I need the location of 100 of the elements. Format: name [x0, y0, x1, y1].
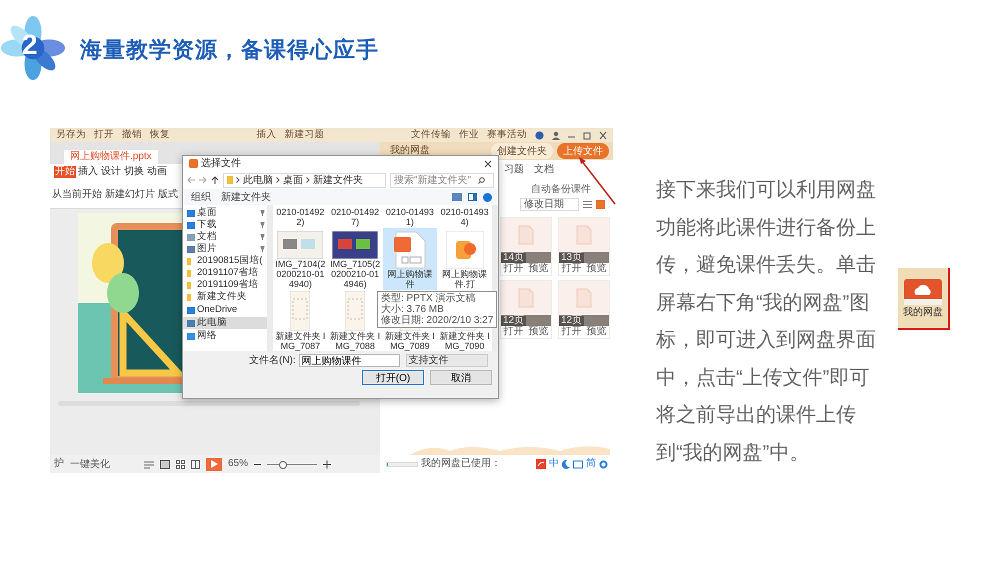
address-bar[interactable]: 此电脑 桌面 新建文件夹	[223, 172, 386, 188]
auto-backup-link[interactable]: 自动备份课件	[531, 184, 591, 195]
file-card[interactable]: 13页 打开 预览	[558, 217, 610, 276]
file-item[interactable]: 新建文件夹 IMG_7087	[273, 290, 328, 352]
toolbar-item[interactable]: 撤销	[122, 129, 142, 141]
zoom-slider-thumb[interactable]	[279, 460, 288, 468]
organize-menu[interactable]: 组织	[189, 190, 213, 204]
sort-dropdown[interactable]: 修改日期	[520, 198, 579, 211]
cancel-button[interactable]: 取消	[430, 370, 492, 385]
ime-script-toggle[interactable]: 简	[586, 458, 596, 470]
toolbar-item[interactable]: 赛事活动	[487, 129, 527, 141]
preview-pane-icon[interactable]	[468, 193, 477, 201]
path-segment[interactable]: 桌面	[283, 174, 303, 186]
file-card[interactable]: 12页 打开 预览	[558, 280, 610, 339]
netdisk-title[interactable]: 我的网盘	[384, 145, 487, 157]
toolbar-item[interactable]: 另存为	[56, 129, 86, 141]
ribbon-button[interactable]: 新建幻灯片	[105, 187, 155, 201]
navigation-item[interactable]: 网络	[183, 330, 267, 342]
card-action-button[interactable]: 预览	[528, 326, 548, 338]
up-icon[interactable]	[211, 176, 219, 184]
card-action-button[interactable]: 打开	[504, 326, 524, 338]
moon-icon[interactable]	[562, 460, 570, 468]
page-count-badge: 14页	[501, 252, 526, 262]
card-action-button[interactable]: 打开	[504, 263, 524, 275]
navigation-item[interactable]: 桌面	[183, 207, 267, 219]
list-view-icon[interactable]	[583, 200, 592, 209]
zoom-in-icon[interactable]	[323, 460, 332, 468]
toolbar-item[interactable]: 作业	[459, 129, 479, 141]
ribbon-button[interactable]: 从当前开始	[52, 187, 102, 201]
file-item[interactable]: IMG_7105(20200210-014946)	[328, 228, 382, 290]
pin-icon	[260, 246, 265, 252]
ribbon-tab[interactable]: 插入	[77, 166, 99, 178]
file-card[interactable]: 14页 打开 预览	[500, 217, 552, 276]
document-icon	[518, 288, 534, 308]
file-item[interactable]: 新建文件夹 IMG_7088	[328, 290, 382, 352]
flower-icon	[0, 15, 66, 81]
toolbar-item[interactable]: 新建习题	[284, 129, 324, 141]
close-icon[interactable]	[484, 160, 492, 168]
file-item[interactable]: IMG_7104(20200210-014940)	[273, 228, 328, 290]
new-folder-button[interactable]: 新建文件夹	[219, 190, 273, 204]
document-tab[interactable]: 网上购物课件.pptx	[64, 150, 158, 164]
file-name: 网上购物课件	[386, 269, 434, 289]
navigation-item[interactable]: 20191109省培	[183, 279, 267, 291]
play-button[interactable]	[206, 458, 222, 470]
path-segment[interactable]: 新建文件夹	[313, 174, 363, 186]
ribbon-button[interactable]: 版式	[158, 187, 178, 201]
normal-view-icon[interactable]	[160, 460, 170, 468]
netdisk-tab[interactable]: 文档	[534, 164, 554, 176]
navigation-item[interactable]: 20191107省培	[183, 267, 267, 279]
search-icon	[478, 176, 485, 184]
beautify-button[interactable]: 一键美化	[70, 457, 110, 471]
toolbar-item[interactable]: 打开	[94, 129, 114, 141]
file-item[interactable]: 网上购物课件.打	[437, 228, 492, 290]
ribbon-tab[interactable]: 开始	[54, 166, 76, 178]
path-segment[interactable]: 此电脑	[243, 174, 273, 186]
toolbar-item[interactable]: 文件传输	[411, 129, 451, 141]
card-action-button[interactable]: 预览	[586, 263, 606, 275]
input-method-logo-icon[interactable]	[536, 459, 546, 469]
chevron-icon	[236, 177, 240, 183]
navigation-item[interactable]: 文档	[183, 231, 267, 243]
close-icon[interactable]	[599, 130, 607, 140]
image-thumbnail	[332, 231, 378, 259]
ime-mode-toggle[interactable]: 中	[549, 458, 559, 470]
zoom-level[interactable]: 65%	[228, 458, 248, 470]
navigation-item[interactable]: 新建文件夹	[183, 291, 267, 303]
ribbon-tab[interactable]: 设计	[100, 166, 122, 178]
file-item[interactable]: 网上购物课件	[382, 228, 438, 290]
navigation-item[interactable]: 下载	[183, 219, 267, 231]
netdisk-shortcut[interactable]: 我的网盘	[898, 268, 950, 330]
navigation-item[interactable]: OneDrive	[183, 304, 267, 316]
card-action-button[interactable]: 预览	[528, 263, 548, 275]
notes-icon[interactable]	[144, 460, 154, 468]
slide-title: 海量教学资源，备课得心应手	[80, 36, 379, 64]
open-button[interactable]: 打开(O)	[362, 370, 424, 385]
filename-field[interactable]: 网上购物课件	[298, 354, 400, 367]
ribbon-tab[interactable]: 切换	[123, 166, 145, 178]
toolbar-item[interactable]: 插入	[256, 129, 276, 141]
file-name: 新建文件夹 IMG_7090	[438, 331, 491, 351]
page-count-badge: 12页	[559, 316, 584, 326]
card-action-button[interactable]: 预览	[586, 326, 606, 338]
play-icon	[210, 460, 218, 468]
card-action-button[interactable]: 打开	[562, 326, 582, 338]
ribbon-tab[interactable]: 动画	[146, 166, 168, 178]
navigation-item[interactable]: 此电脑	[183, 317, 267, 329]
folder-icon	[227, 176, 233, 184]
pin-icon	[260, 234, 265, 240]
navigation-item[interactable]: 20190815国培(	[183, 255, 267, 267]
file-card[interactable]: 12页 打开 预览	[500, 280, 552, 339]
cloud-drive-icon	[904, 278, 942, 304]
toolbar-item[interactable]: 恢复	[150, 129, 170, 141]
dialog-title: 选择文件	[201, 158, 241, 170]
card-action-button[interactable]: 打开	[562, 263, 582, 275]
reading-view-icon[interactable]	[191, 460, 200, 468]
navigation-item[interactable]: 图片	[183, 243, 267, 255]
netdisk-tab[interactable]: 习题	[504, 164, 524, 176]
tooltip-line: 修改日期: 2020/2/10 3:27	[381, 315, 494, 326]
user-icon[interactable]	[552, 130, 560, 140]
file-type-dropdown[interactable]: 支持文件	[406, 354, 488, 367]
new-folder-button[interactable]: 创建文件夹	[491, 143, 553, 159]
restore-icon[interactable]	[583, 130, 591, 140]
